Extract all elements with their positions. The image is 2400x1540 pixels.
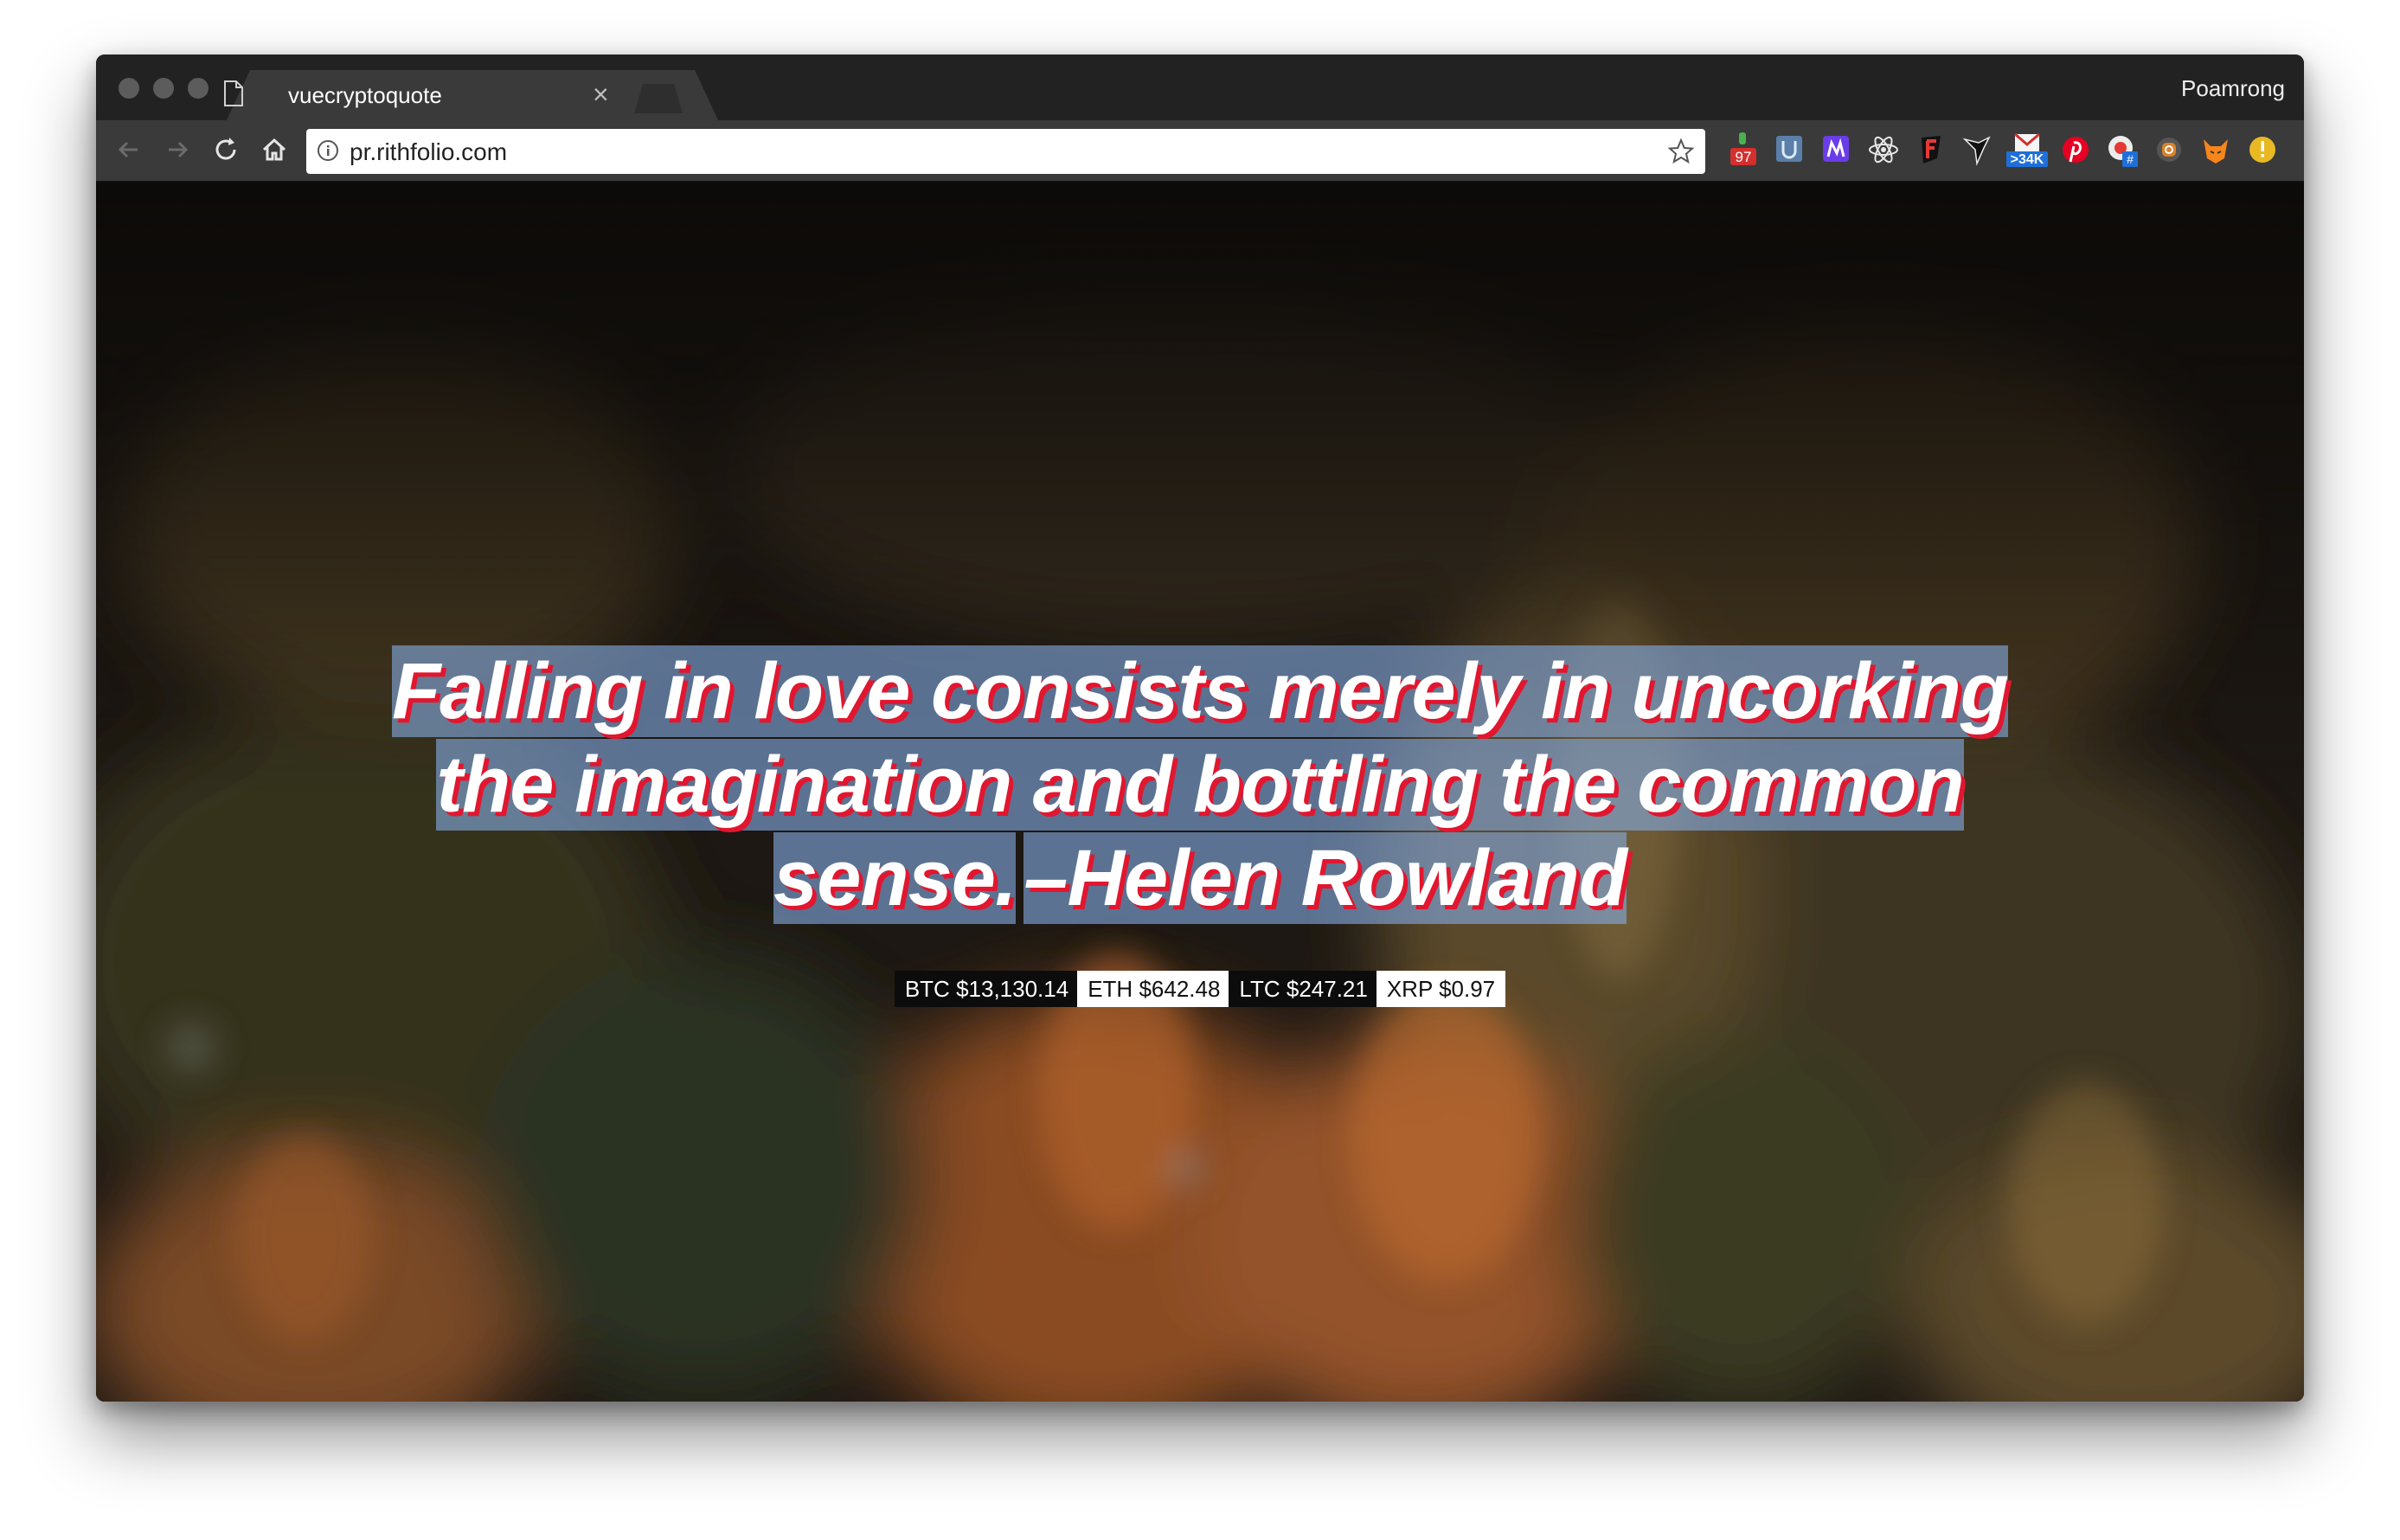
page-content: Falling in love consists merely in uncor…: [96, 183, 2304, 1402]
instagram-icon[interactable]: [2152, 131, 2186, 169]
quote-author-highlight: –Helen Rowland: [1024, 832, 1627, 924]
info-icon[interactable]: [317, 139, 339, 162]
u-extension-icon[interactable]: [1773, 131, 1807, 169]
hashtag-badge: #: [2127, 152, 2134, 166]
counter-extension-icon[interactable]: 97: [1727, 131, 1761, 169]
price-eth: ETH $642.48: [1077, 971, 1231, 1007]
quote-highlight: sense.: [773, 832, 1017, 924]
price-symbol: XRP: [1386, 976, 1433, 1002]
tab-title: vuecryptoquote: [288, 82, 442, 108]
browser-window: vuecryptoquote × Poamrong pr.rithfolio.c…: [96, 55, 2304, 1402]
price-btc: BTC $13,130.14: [894, 971, 1080, 1007]
bookmark-star-icon[interactable]: [1667, 138, 1695, 165]
quote-author: –Helen Rowland: [1024, 834, 1627, 922]
price-symbol: LTC: [1239, 976, 1280, 1002]
quote-line-2: the imagination and bottling the common: [269, 739, 2131, 832]
home-icon[interactable]: [257, 132, 292, 167]
react-extension-icon[interactable]: [1866, 131, 1901, 169]
url-text[interactable]: pr.rithfolio.com: [350, 138, 507, 166]
minimize-window-button[interactable]: [153, 78, 174, 99]
quote-text-line-2: the imagination and bottling the common: [436, 741, 1964, 829]
price-ltc: LTC $247.21: [1229, 971, 1378, 1007]
quote-line-1: Falling in love consists merely in uncor…: [269, 645, 2131, 739]
f-extension-icon[interactable]: [1913, 131, 1948, 169]
counter-badge: 97: [1736, 149, 1752, 165]
alert-extension-icon[interactable]: [2245, 131, 2280, 169]
reload-icon[interactable]: [209, 132, 243, 167]
price-value: $247.21: [1286, 976, 1368, 1002]
page-icon: [224, 80, 243, 106]
profile-name[interactable]: Poamrong: [2181, 75, 2285, 102]
m-extension-icon[interactable]: [1819, 131, 1854, 169]
forward-icon[interactable]: [160, 132, 195, 167]
price-value: $642.48: [1139, 976, 1221, 1002]
hashtag-extension-icon[interactable]: #: [2105, 131, 2140, 169]
quote-highlight: Falling in love consists merely in uncor…: [391, 645, 2009, 737]
toolbar: pr.rithfolio.com 97 >34K #: [96, 120, 2304, 183]
crypto-price-ticker: BTC $13,130.14 ETH $642.48 LTC $247.21 XRP …: [96, 971, 2304, 1007]
price-value: $0.97: [1439, 976, 1496, 1002]
fox-extension-icon[interactable]: [2198, 131, 2233, 169]
mail-extension-icon[interactable]: >34K: [2006, 131, 2048, 169]
tab-bar: vuecryptoquote × Poamrong: [96, 55, 2304, 120]
close-window-button[interactable]: [119, 78, 139, 99]
price-xrp: XRP $0.97: [1376, 971, 1506, 1007]
address-bar[interactable]: pr.rithfolio.com: [306, 129, 1705, 174]
price-symbol: ETH: [1088, 976, 1133, 1002]
zoom-window-button[interactable]: [188, 78, 209, 99]
quote-highlight: the imagination and bottling the common: [436, 739, 1965, 831]
back-icon[interactable]: [112, 132, 146, 167]
quote-text-line-1: Falling in love consists merely in uncor…: [391, 647, 2009, 735]
quote-block: Falling in love consists merely in uncor…: [269, 645, 2131, 926]
mail-badge: >34K: [2011, 152, 2044, 167]
tab-close-icon[interactable]: ×: [593, 77, 609, 112]
quote-text-line-3: sense.: [773, 834, 1017, 922]
quote-line-3: sense. –Helen Rowland: [269, 832, 2131, 926]
price-symbol: BTC: [904, 976, 950, 1002]
price-value: $13,130.14: [956, 976, 1069, 1002]
pinterest-icon[interactable]: [2058, 131, 2093, 169]
bird-extension-icon[interactable]: [1960, 131, 1994, 169]
